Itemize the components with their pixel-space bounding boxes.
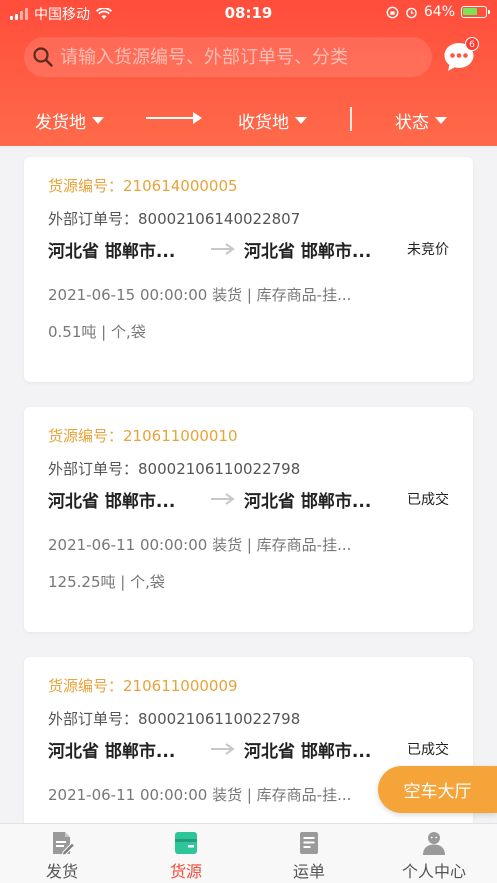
tab-cargo-label: 货源: [169, 862, 202, 881]
rotation-lock-icon: [386, 6, 399, 18]
destination-address: 河北省 邯郸市...: [244, 242, 372, 262]
load-info: 2021-06-11 00:00:00 装货 | 库存商品-挂...: [48, 536, 352, 554]
empty-truck-hall-button[interactable]: 空车大厅: [378, 766, 497, 813]
tab-cargo[interactable]: 货源: [141, 830, 231, 882]
tab-ship[interactable]: 发货: [17, 830, 107, 882]
status-badge: 未竞价: [407, 242, 449, 258]
arrow-right-icon: [193, 112, 202, 124]
document-edit-icon: [53, 832, 76, 856]
status-filter-label: 状态: [395, 113, 429, 133]
origin-filter[interactable]: 发货地: [35, 108, 104, 133]
origin-filter-label: 发货地: [35, 113, 86, 133]
source-number: 货源编号：210611000010: [48, 427, 238, 445]
load-info: 2021-06-15 00:00:00 装货 | 库存商品-挂...: [48, 286, 352, 304]
tab-waybill[interactable]: 运单: [264, 830, 354, 882]
filter-divider: [350, 107, 352, 131]
external-order-number: 外部订单号：80002106140022807: [48, 210, 301, 228]
status-badge: 已成交: [407, 492, 449, 508]
weight-info: 125.25吨 | 个,袋: [48, 573, 165, 591]
weight-info: 0.51吨 | 个,袋: [48, 323, 146, 341]
message-badge: 6: [465, 37, 479, 51]
destination-address: 河北省 邯郸市...: [244, 492, 372, 512]
search-bar[interactable]: [24, 37, 432, 77]
tab-ship-label: 发货: [45, 862, 78, 881]
arrow-right-icon: [211, 743, 235, 755]
source-number: 货源编号：210614000005: [48, 177, 238, 195]
origin-address: 河北省 邯郸市...: [48, 492, 176, 512]
chevron-down-icon: [435, 117, 447, 124]
status-filter[interactable]: 状态: [395, 108, 447, 133]
battery-icon: [461, 6, 490, 18]
external-order-number: 外部订单号：80002106110022798: [48, 460, 301, 478]
arrow-right-icon: [211, 493, 235, 505]
search-input[interactable]: [60, 46, 420, 68]
chevron-down-icon: [295, 117, 307, 124]
cargo-card[interactable]: 货源编号：210614000005 外部订单号：8000210614002280…: [24, 157, 473, 382]
search-icon: [33, 47, 53, 67]
waybill-list-icon: [300, 832, 318, 854]
source-number: 货源编号：210611000009: [48, 677, 238, 695]
bottom-tab-bar: 发货 货源 运单 个人中心: [0, 823, 497, 883]
chevron-down-icon: [92, 117, 104, 124]
cargo-box-icon: [175, 832, 197, 854]
user-profile-icon: [423, 832, 445, 855]
destination-filter[interactable]: 收货地: [238, 108, 307, 133]
origin-address: 河北省 邯郸市...: [48, 242, 176, 262]
arrow-right-icon: [211, 243, 235, 255]
header: 中国移动 08:19 64% 请输入货源编号、外部订单号、分类 6 发货地 收货…: [0, 0, 497, 146]
tab-profile[interactable]: 个人中心: [389, 830, 479, 882]
tab-waybill-label: 运单: [292, 862, 325, 881]
filter-bar: 发货地 收货地 状态: [0, 91, 497, 146]
alarm-icon: [406, 7, 417, 18]
external-order-number: 外部订单号：80002106110022798: [48, 710, 301, 728]
status-bar: 中国移动 08:19 64%: [0, 0, 497, 26]
route-arrow-line: [146, 117, 196, 119]
battery-percent: 64%: [423, 4, 455, 20]
load-info: 2021-06-11 00:00:00 装货 | 库存商品-挂...: [48, 786, 352, 804]
origin-address: 河北省 邯郸市...: [48, 742, 176, 762]
destination-filter-label: 收货地: [238, 113, 289, 133]
cargo-card[interactable]: 货源编号：210611000010 外部订单号：8000210611002279…: [24, 407, 473, 632]
status-badge: 已成交: [407, 742, 449, 758]
tab-profile-label: 个人中心: [401, 862, 466, 881]
destination-address: 河北省 邯郸市...: [244, 742, 372, 762]
